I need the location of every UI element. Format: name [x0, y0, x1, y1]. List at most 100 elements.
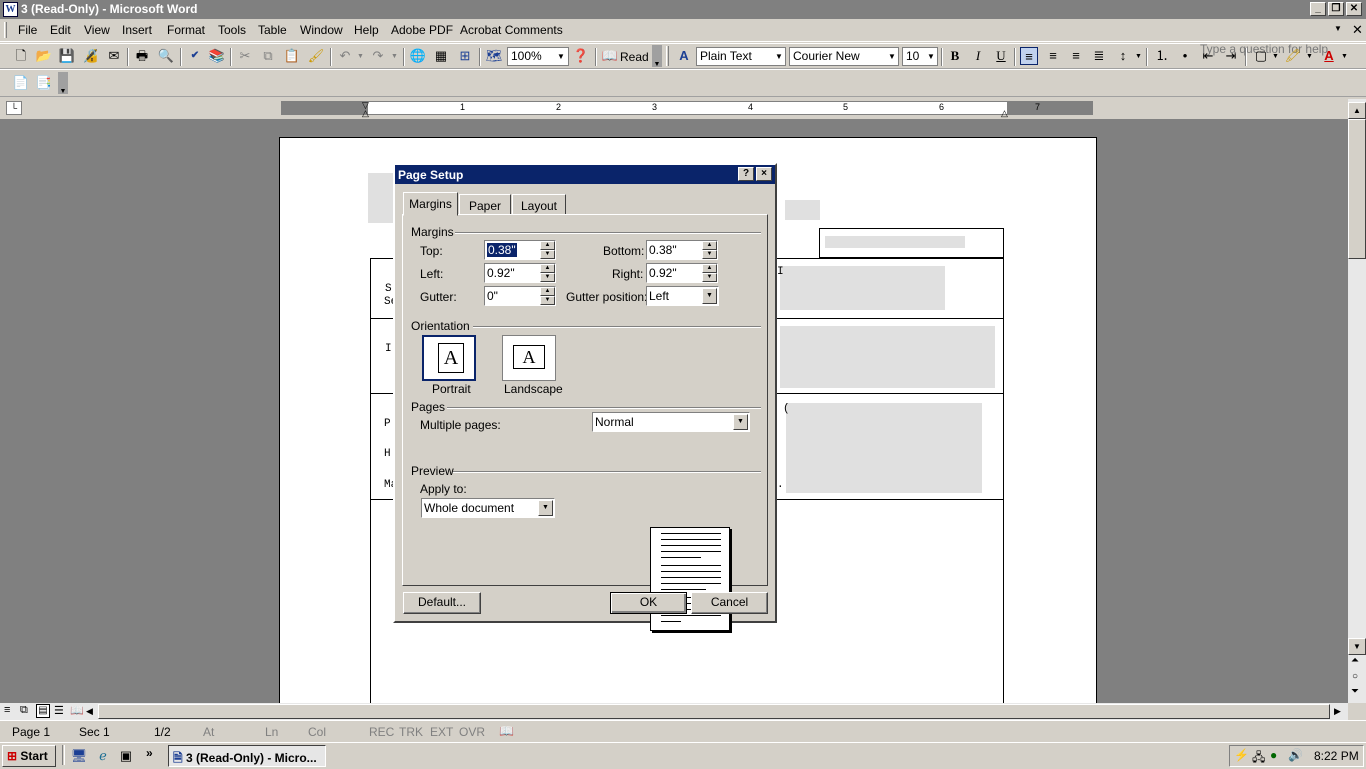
top-margin-value[interactable]: 0.38" [487, 243, 517, 257]
cut-icon[interactable]: ✂ [236, 47, 254, 65]
gutter-value[interactable]: 0" [487, 289, 498, 303]
spin-up-icon[interactable]: ▲ [540, 264, 555, 273]
align-left-icon[interactable]: ≡ [1020, 47, 1038, 65]
bottom-margin-spinner[interactable]: 0.38" ▲ ▼ [646, 240, 718, 260]
gutter-spinner[interactable]: 0" ▲ ▼ [484, 286, 556, 306]
quicklaunch-more-icon[interactable]: » [146, 746, 153, 760]
print-icon[interactable]: 🖶 [133, 47, 151, 65]
dialog-close-button[interactable]: × [756, 167, 772, 181]
spin-up-icon[interactable]: ▲ [702, 264, 717, 273]
print-preview-icon[interactable]: 🔍 [157, 47, 175, 65]
tray-status-icon[interactable]: ● [1270, 748, 1277, 762]
portrait-label[interactable]: Portrait [432, 382, 471, 396]
apply-to-select[interactable]: Whole document ▼ [421, 498, 555, 518]
status-rec[interactable]: REC [369, 725, 394, 739]
scroll-left-icon[interactable]: ◀ [86, 706, 93, 717]
left-margin-value[interactable]: 0.92" [487, 266, 515, 280]
gutter-position-select[interactable]: Left ▼ [646, 286, 719, 306]
justify-icon[interactable]: ≣ [1090, 47, 1108, 65]
redo-dropdown-icon[interactable]: ▼ [391, 53, 398, 60]
ok-button[interactable]: OK [610, 592, 687, 614]
new-document-icon[interactable]: 🗋 [12, 47, 30, 65]
scroll-right-icon[interactable]: ▶ [1334, 706, 1341, 717]
right-margin-value[interactable]: 0.92" [649, 266, 677, 280]
outline-view-icon[interactable]: ☰ [54, 704, 64, 717]
document-map-icon[interactable]: 🗺 [485, 47, 503, 65]
read-label[interactable]: Read [620, 50, 649, 64]
spin-up-icon[interactable]: ▲ [540, 287, 555, 296]
menu-tools[interactable]: Tools [218, 23, 246, 37]
hyperlink-icon[interactable]: 🌐 [409, 47, 427, 65]
highlight-icon[interactable]: 🖍 [1284, 47, 1302, 65]
menu-adobe-pdf[interactable]: Adobe PDF [391, 23, 453, 37]
menu-file[interactable]: File [18, 23, 37, 37]
landscape-option[interactable]: A [502, 335, 556, 381]
bullets-icon[interactable]: • [1176, 47, 1194, 65]
restore-button[interactable]: ❐ [1328, 2, 1344, 16]
close-button[interactable]: ✕ [1346, 2, 1362, 16]
minimize-button[interactable]: _ [1310, 2, 1326, 16]
previous-page-icon[interactable]: ⏶ [1351, 655, 1359, 666]
pdf-toolbar-options-icon[interactable]: ▼ [58, 72, 68, 95]
undo-icon[interactable]: ↶ [336, 47, 354, 65]
copy-icon[interactable]: ⧉ [259, 47, 277, 65]
scroll-thumb[interactable] [1348, 119, 1366, 259]
styles-formatting-icon[interactable]: A [675, 47, 693, 65]
default-button[interactable]: Default... [403, 592, 481, 614]
start-button[interactable]: ⊞ Start [2, 745, 56, 767]
zoom-dropdown-icon[interactable]: ▼ [557, 52, 565, 61]
menu-format[interactable]: Format [167, 23, 205, 37]
tab-selector-icon[interactable]: └ [6, 101, 22, 115]
tab-margins[interactable]: Margins [403, 192, 458, 216]
align-center-icon[interactable]: ≡ [1044, 47, 1062, 65]
bottom-margin-value[interactable]: 0.38" [649, 243, 677, 257]
convert-to-pdf-icon[interactable]: 📄 [12, 74, 30, 92]
dialog-title-bar[interactable]: Page Setup ? × [395, 165, 775, 184]
portrait-option[interactable]: A [422, 335, 476, 381]
horizontal-scroll-thumb[interactable] [98, 704, 1330, 719]
redo-icon[interactable]: ↷ [369, 47, 387, 65]
close-document-icon[interactable]: ✕ [1352, 22, 1363, 38]
tray-flash-icon[interactable]: ⚡ [1234, 748, 1249, 762]
vertical-scrollbar[interactable]: ▲ ▼ ⏶ ○ ⏷ [1348, 99, 1366, 703]
numbering-icon[interactable]: ⒈ [1153, 47, 1171, 65]
menu-view[interactable]: View [84, 23, 110, 37]
status-trk[interactable]: TRK [399, 725, 423, 739]
landscape-label[interactable]: Landscape [504, 382, 563, 396]
spin-down-icon[interactable]: ▼ [540, 273, 555, 282]
research-icon[interactable]: 📚 [208, 47, 226, 65]
format-painter-icon[interactable]: 🖌 [307, 47, 325, 65]
font-combo[interactable]: Courier New [789, 47, 899, 66]
cancel-button[interactable]: Cancel [691, 592, 768, 614]
menu-help[interactable]: Help [354, 23, 379, 37]
menu-edit[interactable]: Edit [50, 23, 71, 37]
reading-layout-icon[interactable]: 📖 [70, 704, 84, 717]
italic-button[interactable]: I [969, 47, 987, 65]
quicklaunch-app-icon[interactable]: ▣ [117, 747, 135, 765]
line-spacing-dropdown-icon[interactable]: ▼ [1135, 53, 1142, 60]
menu-window[interactable]: Window [300, 23, 343, 37]
help-icon[interactable]: ❓ [572, 47, 590, 65]
spin-down-icon[interactable]: ▼ [702, 250, 717, 259]
next-page-icon[interactable]: ⏷ [1351, 686, 1359, 697]
increase-indent-icon[interactable]: ⇥ [1222, 47, 1240, 65]
underline-button[interactable]: U [992, 47, 1010, 65]
normal-view-icon[interactable]: ≡ [4, 704, 10, 716]
menu-insert[interactable]: Insert [122, 23, 152, 37]
right-indent-marker[interactable]: △ [1001, 108, 1008, 119]
read-icon[interactable]: 📖 [601, 47, 619, 65]
style-dropdown-icon[interactable]: ▼ [775, 52, 783, 61]
toolbar-options-icon[interactable]: ▼ [652, 45, 662, 68]
dialog-help-button[interactable]: ? [738, 167, 754, 181]
convert-and-email-icon[interactable]: 📑 [35, 74, 53, 92]
spelling-icon[interactable]: ✔ [186, 47, 204, 65]
style-combo[interactable]: Plain Text [696, 47, 786, 66]
border-icon[interactable]: ▢ [1252, 47, 1270, 65]
email-icon[interactable]: ✉ [105, 47, 123, 65]
tray-network-icon[interactable]: 🖧 [1252, 748, 1265, 769]
left-margin-spinner[interactable]: 0.92" ▲ ▼ [484, 263, 556, 283]
border-dropdown-icon[interactable]: ▼ [1272, 53, 1279, 60]
multiple-pages-select[interactable]: Normal ▼ [592, 412, 750, 432]
horizontal-scrollbar[interactable]: ≡ ⧉ ▤ ☰ 📖 ◀ ▶ [0, 703, 1348, 720]
spin-down-icon[interactable]: ▼ [540, 250, 555, 259]
